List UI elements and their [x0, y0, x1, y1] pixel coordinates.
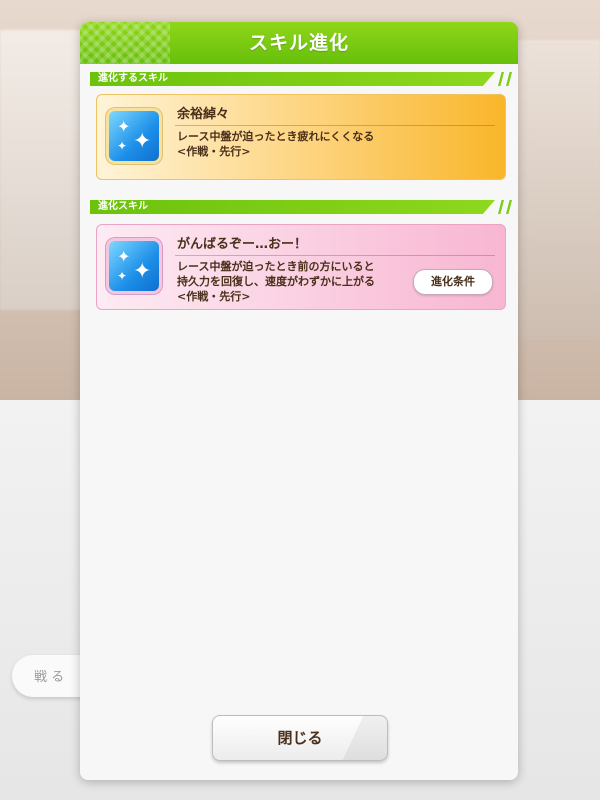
background-window [504, 40, 600, 340]
section-label: 進化スキル [98, 201, 148, 212]
section-label: 進化するスキル [98, 73, 168, 84]
divider [175, 125, 495, 126]
background-button-label: 戦 る [34, 670, 65, 685]
close-button-label: 閉じる [277, 729, 323, 747]
evolution-condition-button[interactable]: 進化条件 [413, 269, 493, 295]
dialog-header: スキル進化 [80, 22, 518, 64]
skill-name: がんばるぞー…おー！ [177, 237, 308, 252]
section-header-evolving: 進化するスキル [90, 72, 512, 86]
skill-card-evolved[interactable]: ✦ ✦ ✦ がんばるぞー…おー！ レース中盤が迫ったとき前の方にいると 持久力を… [96, 224, 506, 310]
sparkle-icon: ✦ ✦ ✦ [109, 241, 159, 291]
skill-description: レース中盤が迫ったとき疲れにくくなる <作戦・先行> [177, 130, 375, 158]
sparkle-icon: ✦ ✦ ✦ [109, 111, 159, 161]
skill-evolution-dialog: スキル進化 進化するスキル ✦ ✦ ✦ 余裕綽々 レース中盤が迫ったとき疲れにく… [80, 22, 518, 780]
skill-name: 余裕綽々 [177, 107, 230, 122]
skill-card-evolving[interactable]: ✦ ✦ ✦ 余裕綽々 レース中盤が迫ったとき疲れにくくなる <作戦・先行> [96, 94, 506, 180]
close-button[interactable]: 閉じる [212, 715, 388, 761]
section-header-evolved: 進化スキル [90, 200, 512, 214]
header-pattern [80, 22, 170, 64]
skill-description: レース中盤が迫ったとき前の方にいると 持久力を回復し、速度がわずかに上がる <作… [177, 260, 375, 303]
divider [175, 255, 495, 256]
